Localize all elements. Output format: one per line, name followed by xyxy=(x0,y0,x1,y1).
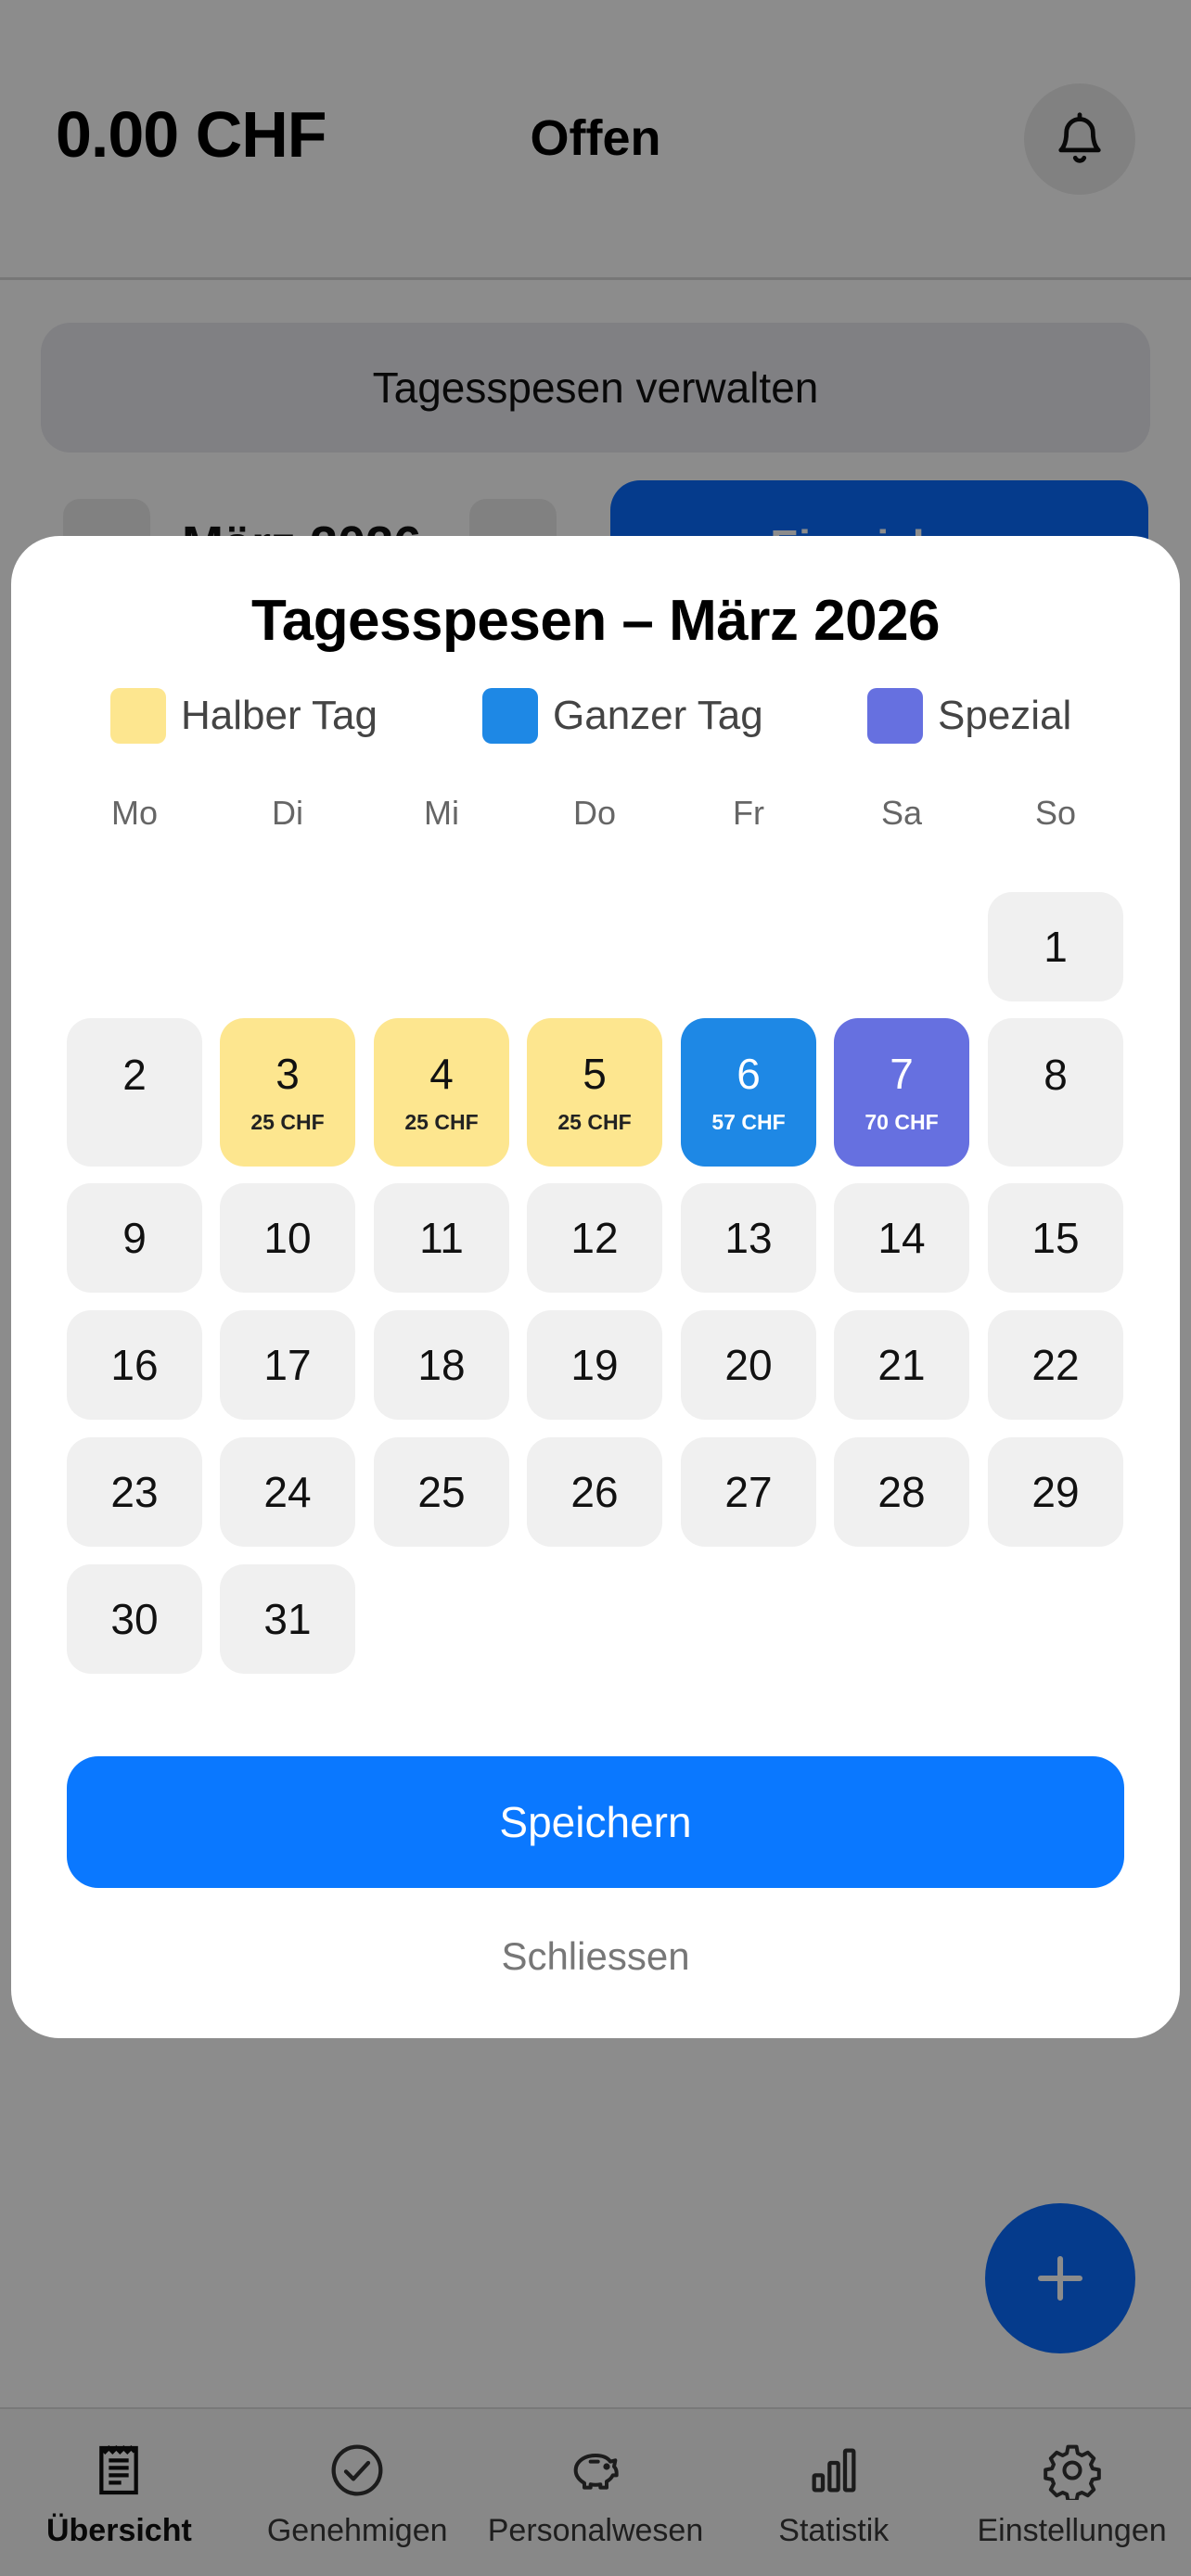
day-number: 6 xyxy=(736,1049,761,1098)
day-number: 24 xyxy=(263,1468,312,1516)
calendar-day-11[interactable]: 11 xyxy=(374,1183,509,1293)
calendar-day-31[interactable]: 31 xyxy=(220,1564,355,1674)
calendar-day-25[interactable]: 25 xyxy=(374,1437,509,1547)
calendar-day-4[interactable]: 4 25 CHF xyxy=(374,1018,509,1167)
day-number: 30 xyxy=(110,1595,159,1643)
day-number: 3 xyxy=(275,1049,300,1098)
day-number: 22 xyxy=(1031,1341,1080,1389)
calendar-day-10[interactable]: 10 xyxy=(220,1183,355,1293)
day-number: 27 xyxy=(724,1468,773,1516)
calendar-day-8[interactable]: 8 xyxy=(988,1018,1123,1167)
day-number: 11 xyxy=(419,1214,464,1262)
calendar-day-3[interactable]: 3 25 CHF xyxy=(220,1018,355,1167)
daily-allowance-modal: Tagesspesen – März 2026 Halber Tag Ganze… xyxy=(11,536,1180,2038)
day-amount: 70 CHF xyxy=(864,1109,939,1134)
calendar-day-17[interactable]: 17 xyxy=(220,1310,355,1420)
day-amount: 25 CHF xyxy=(404,1109,479,1134)
calendar-day-28[interactable]: 28 xyxy=(834,1437,969,1547)
calendar-day-30[interactable]: 30 xyxy=(67,1564,202,1674)
calendar-day-20[interactable]: 20 xyxy=(681,1310,816,1420)
calendar-day-21[interactable]: 21 xyxy=(834,1310,969,1420)
day-number: 12 xyxy=(570,1214,619,1262)
day-number: 25 xyxy=(417,1468,466,1516)
calendar-day-16[interactable]: 16 xyxy=(67,1310,202,1420)
day-number: 15 xyxy=(1031,1214,1080,1262)
day-number: 2 xyxy=(122,1051,147,1099)
day-number: 26 xyxy=(570,1468,619,1516)
calendar-day-5[interactable]: 5 25 CHF xyxy=(527,1018,662,1167)
calendar-day-2[interactable]: 2 xyxy=(67,1018,202,1167)
day-number: 7 xyxy=(890,1049,914,1098)
day-number: 4 xyxy=(429,1049,454,1098)
day-number: 16 xyxy=(110,1341,159,1389)
day-number: 31 xyxy=(263,1595,312,1643)
day-number: 29 xyxy=(1031,1468,1080,1516)
day-number: 19 xyxy=(570,1341,619,1389)
calendar-day-13[interactable]: 13 xyxy=(681,1183,816,1293)
calendar-day-14[interactable]: 14 xyxy=(834,1183,969,1293)
calendar-day-18[interactable]: 18 xyxy=(374,1310,509,1420)
calendar-day-12[interactable]: 12 xyxy=(527,1183,662,1293)
calendar-day-15[interactable]: 15 xyxy=(988,1183,1123,1293)
calendar-day-23[interactable]: 23 xyxy=(67,1437,202,1547)
calendar-day-7[interactable]: 7 70 CHF xyxy=(834,1018,969,1167)
day-number: 18 xyxy=(417,1341,466,1389)
day-number: 5 xyxy=(583,1049,607,1098)
day-number: 10 xyxy=(263,1214,312,1262)
calendar-day-6[interactable]: 6 57 CHF xyxy=(681,1018,816,1167)
day-number: 14 xyxy=(877,1214,926,1262)
calendar-day-1[interactable]: 1 xyxy=(988,892,1123,1001)
calendar-day-9[interactable]: 9 xyxy=(67,1183,202,1293)
day-number: 17 xyxy=(263,1341,312,1389)
day-number: 21 xyxy=(877,1341,926,1389)
day-number: 28 xyxy=(877,1468,926,1516)
close-button[interactable]: Schliessen xyxy=(11,1934,1180,1979)
calendar-day-24[interactable]: 24 xyxy=(220,1437,355,1547)
calendar-day-26[interactable]: 26 xyxy=(527,1437,662,1547)
day-number: 1 xyxy=(1044,923,1068,971)
calendar-day-19[interactable]: 19 xyxy=(527,1310,662,1420)
day-amount: 25 CHF xyxy=(557,1109,632,1134)
calendar-day-22[interactable]: 22 xyxy=(988,1310,1123,1420)
calendar-day-29[interactable]: 29 xyxy=(988,1437,1123,1547)
day-number: 23 xyxy=(110,1468,159,1516)
day-amount: 57 CHF xyxy=(711,1109,786,1134)
day-number: 8 xyxy=(1044,1051,1068,1099)
calendar-day-27[interactable]: 27 xyxy=(681,1437,816,1547)
save-button[interactable]: Speichern xyxy=(67,1756,1124,1888)
day-number: 13 xyxy=(724,1214,773,1262)
day-number: 9 xyxy=(122,1214,147,1262)
day-amount: 25 CHF xyxy=(250,1109,325,1134)
day-number: 20 xyxy=(724,1341,773,1389)
